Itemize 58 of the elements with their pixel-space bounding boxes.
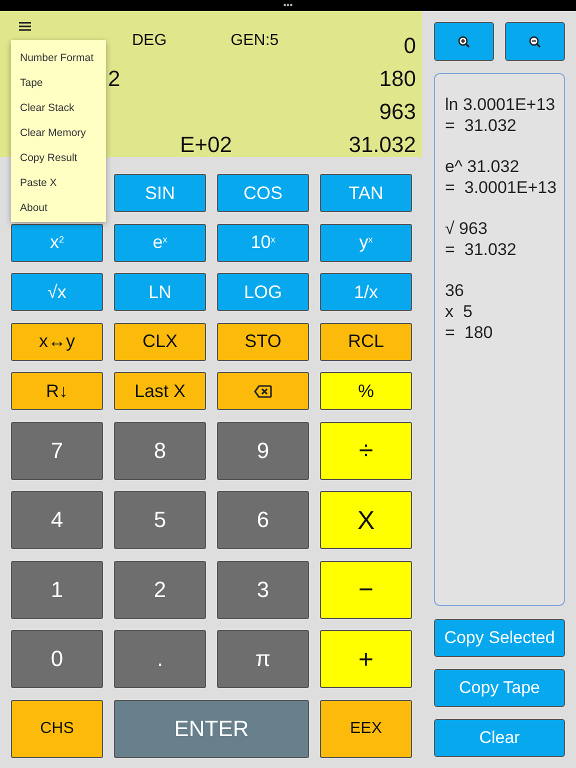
menu-icon[interactable] bbox=[19, 22, 31, 31]
zoom-out-button[interactable] bbox=[505, 22, 565, 61]
zoom-in-icon bbox=[458, 36, 470, 48]
calculator-key[interactable]: + bbox=[320, 630, 412, 688]
calculator-key[interactable]: 8 bbox=[114, 422, 206, 480]
calculator-key[interactable]: % bbox=[320, 372, 412, 410]
menu-item[interactable]: Tape bbox=[11, 71, 106, 96]
backspace-key[interactable] bbox=[217, 372, 309, 410]
menu-item[interactable]: Paste X bbox=[11, 171, 106, 196]
register-label: E+02 bbox=[180, 132, 232, 158]
menu-item[interactable]: Clear Memory bbox=[11, 121, 106, 146]
calculator-key[interactable]: − bbox=[320, 560, 412, 618]
register-value: 0 bbox=[404, 32, 416, 58]
calculator-key[interactable]: 6 bbox=[217, 491, 309, 549]
register-label: 2 bbox=[108, 66, 120, 92]
tape-line[interactable]: x 5 bbox=[445, 301, 564, 322]
angle-mode: DEG bbox=[132, 32, 167, 50]
zoom-out-icon bbox=[529, 36, 541, 48]
calculator-key[interactable]: X bbox=[320, 491, 412, 549]
calculator-key[interactable]: 7 bbox=[11, 422, 103, 480]
calculator-key[interactable]: STO bbox=[217, 322, 309, 360]
calculator-key[interactable]: π bbox=[217, 630, 309, 688]
tape-line[interactable]: ln 3.0001E+13 bbox=[445, 94, 564, 115]
calculator-key[interactable]: CHS bbox=[11, 700, 103, 758]
calculator-key[interactable]: EEX bbox=[320, 700, 412, 758]
tape-line[interactable]: = 3.0001E+13 bbox=[445, 177, 564, 198]
tape-line[interactable]: e^ 31.032 bbox=[445, 156, 564, 177]
tape-line[interactable]: 36 bbox=[445, 280, 564, 301]
calculator-key[interactable]: 0 bbox=[11, 630, 103, 688]
calculator-key[interactable]: R↓ bbox=[11, 372, 103, 410]
register-value: 31.032 bbox=[348, 132, 416, 158]
register-value: 180 bbox=[379, 66, 416, 92]
number-format: GEN:5 bbox=[230, 32, 279, 50]
tape-line[interactable]: = 31.032 bbox=[445, 239, 564, 260]
calculator-key[interactable]: CLX bbox=[114, 322, 206, 360]
calculator-key[interactable]: 4 bbox=[11, 491, 103, 549]
tape-line[interactable]: = 31.032 bbox=[445, 115, 564, 136]
calculator-key[interactable]: RCL bbox=[320, 322, 412, 360]
calculator-key[interactable]: . bbox=[114, 630, 206, 688]
backspace-icon bbox=[254, 384, 272, 398]
calculator-key[interactable]: 9 bbox=[217, 422, 309, 480]
calculator-key[interactable]: 5 bbox=[114, 491, 206, 549]
menu-item[interactable]: Clear Stack bbox=[11, 96, 106, 121]
tape-line[interactable]: √ 963 bbox=[445, 218, 564, 239]
calculator-key[interactable]: 2 bbox=[114, 560, 206, 618]
menu-item[interactable]: Number Format bbox=[11, 46, 106, 71]
window-handle[interactable]: ••• bbox=[283, 1, 293, 10]
menu-item[interactable]: About bbox=[11, 196, 106, 221]
register-value: 963 bbox=[379, 98, 416, 124]
calculator-key[interactable]: x↔y bbox=[11, 322, 103, 360]
enter-key[interactable]: ENTER bbox=[114, 700, 309, 758]
calculator-key[interactable]: Last X bbox=[114, 372, 206, 410]
menu-item[interactable]: Copy Result bbox=[11, 146, 106, 171]
calculator-key[interactable]: 1 bbox=[11, 560, 103, 618]
zoom-in-button[interactable] bbox=[434, 22, 494, 61]
calculator-key[interactable]: 3 bbox=[217, 560, 309, 618]
calculator-key[interactable]: ÷ bbox=[320, 422, 412, 480]
tape-line[interactable]: = 180 bbox=[445, 322, 564, 343]
